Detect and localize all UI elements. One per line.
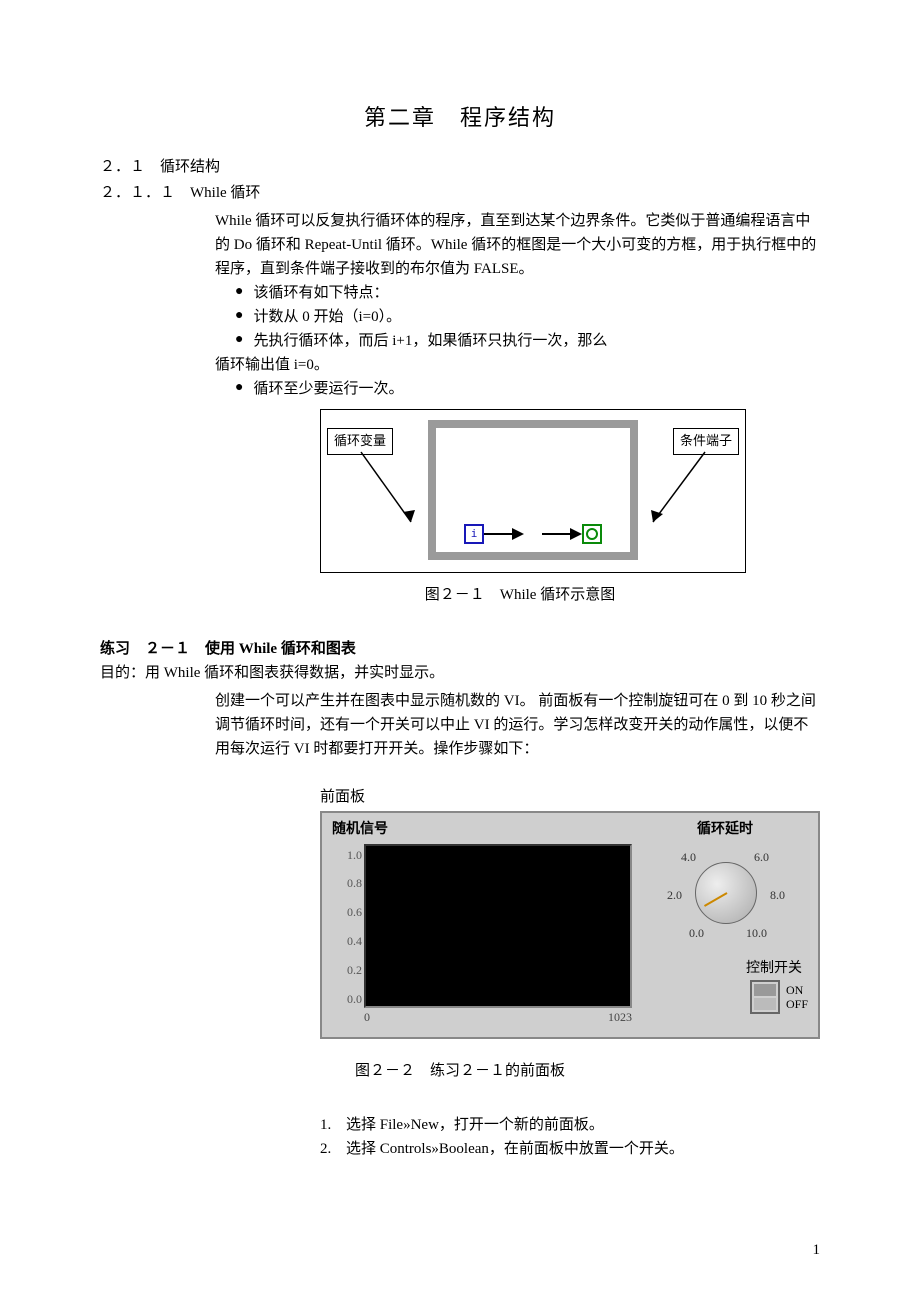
exercise-goal: 目的：用 While 循环和图表获得数据，并实时显示。 [100, 661, 820, 685]
switch-off-label: OFF [786, 997, 808, 1011]
chart-x-axis: 0 1023 [364, 1008, 632, 1027]
arrow-right-icon [484, 524, 524, 544]
front-panel: 随机信号 1.0 0.8 0.6 0.4 0.2 0.0 0 1023 循环延时 [320, 811, 820, 1039]
dial-tick: 2.0 [667, 886, 682, 905]
step-2: 选择 Controls»Boolean，在前面板中放置一个开关。 [346, 1137, 684, 1161]
dial-tick: 10.0 [746, 924, 767, 943]
arrow-right-icon [542, 524, 582, 544]
iteration-terminal-icon: i [464, 524, 484, 544]
condition-terminal-icon [582, 524, 602, 544]
exercise-heading: 练习 ２－１ 使用 While 循环和图表 [100, 637, 820, 661]
ytick: 1.0 [332, 846, 362, 865]
chart-title: 随机信号 [332, 819, 632, 841]
dial-title: 循环延时 [642, 819, 808, 841]
figure-2-2-caption: 图２－２ 练习２－１的前面板 [100, 1059, 820, 1083]
loop-delay-knob[interactable] [695, 862, 757, 924]
bullet-3b: 循环输出值 i=0。 [215, 353, 820, 377]
bullet-icon: ● [235, 329, 243, 351]
figure-2-1-caption: 图２－１ While 循环示意图 [220, 583, 820, 607]
dial-tick: 0.0 [689, 924, 704, 943]
section-2-1: ２．１ 循环结构 [100, 155, 820, 179]
dial-tick: 8.0 [770, 886, 785, 905]
paragraph-while-intro: While 循环可以反复执行循环体的程序，直至到达某个边界条件。它类似于普通编程… [215, 209, 820, 281]
ytick: 0.0 [332, 990, 362, 1009]
chapter-title: 第二章 程序结构 [100, 100, 820, 135]
bullet-icon: ● [235, 305, 243, 327]
xtick: 0 [364, 1008, 370, 1027]
dial-tick: 4.0 [681, 848, 696, 867]
step-1: 选择 File»New，打开一个新的前面板。 [346, 1113, 604, 1137]
ytick: 0.4 [332, 932, 362, 951]
section-2-1-1: ２．１．１ While 循环 [100, 181, 820, 205]
switch-title: 控制开关 [642, 958, 802, 980]
chart-y-axis: 1.0 0.8 0.6 0.4 0.2 0.0 [332, 844, 362, 1011]
bullet-2: 计数从 0 开始（i=0）。 [253, 305, 401, 329]
bullet-1: 该循环有如下特点： [253, 281, 388, 305]
label-loop-variable: 循环变量 [327, 428, 393, 455]
ytick: 0.2 [332, 961, 362, 980]
step-number: 2. [320, 1137, 346, 1161]
page-number: 1 [813, 1238, 821, 1262]
bullet-3: 先执行循环体，而后 i+1，如果循环只执行一次，那么 [253, 329, 607, 353]
arrow-to-cond-icon [635, 452, 715, 542]
bullet-icon: ● [235, 377, 243, 399]
figure-2-1: 循环变量 条件端子 i [320, 409, 746, 573]
label-condition-terminal: 条件端子 [673, 428, 739, 455]
panel-outer-title: 前面板 [320, 785, 820, 809]
ytick: 0.8 [332, 874, 362, 893]
step-number: 1. [320, 1113, 346, 1137]
xtick: 1023 [608, 1008, 632, 1027]
control-switch[interactable] [750, 980, 780, 1014]
dial-tick: 6.0 [754, 848, 769, 867]
switch-on-label: ON [786, 983, 808, 997]
bullet-icon: ● [235, 281, 243, 303]
arrow-to-i-icon [351, 452, 431, 542]
waveform-chart[interactable] [364, 844, 632, 1008]
ytick: 0.6 [332, 903, 362, 922]
bullet-4: 循环至少要运行一次。 [253, 377, 403, 401]
exercise-paragraph: 创建一个可以产生并在图表中显示随机数的 VI。 前面板有一个控制旋钮可在 0 到… [215, 689, 820, 761]
